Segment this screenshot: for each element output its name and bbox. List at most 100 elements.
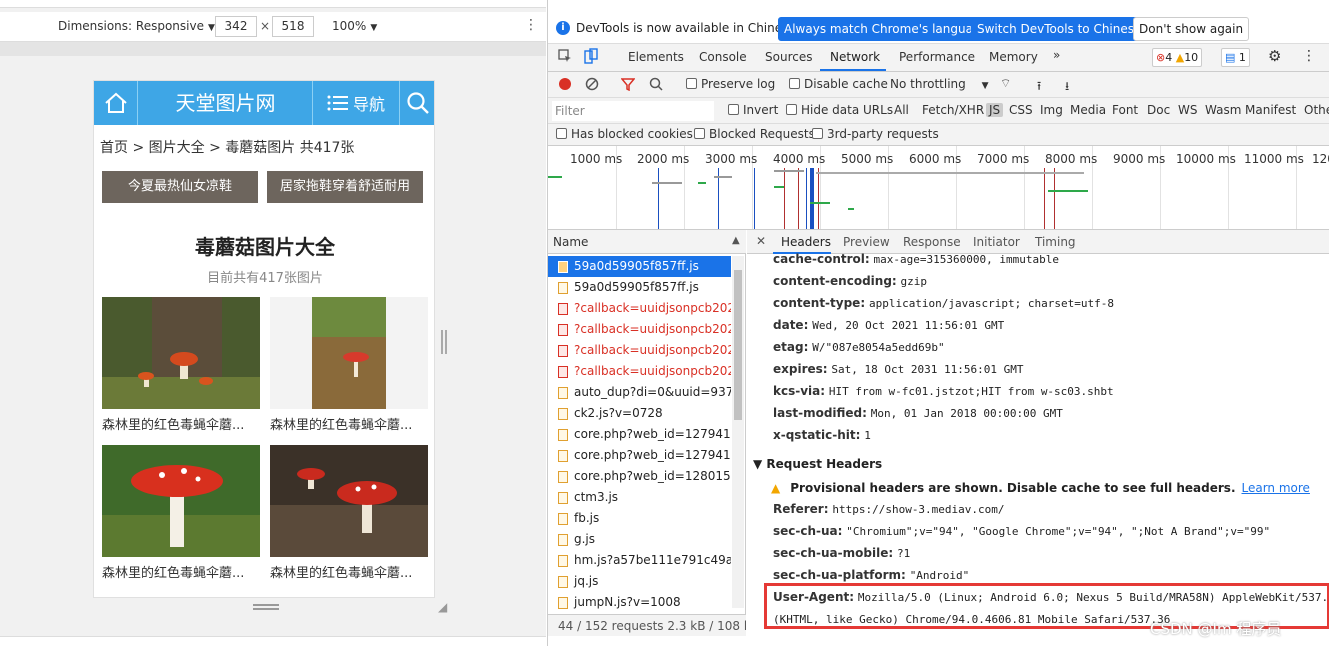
wifi-settings-icon[interactable]: ⌔ [1000,76,1011,91]
tab-sources[interactable]: Sources [765,50,812,64]
messages-badge[interactable]: ▤ 1 [1221,48,1250,67]
network-timeline[interactable]: 1000 ms 2000 ms 3000 ms 4000 ms 5000 ms … [548,146,1329,230]
request-list-header[interactable]: Name ▲ [548,230,746,254]
banner-ad[interactable]: 居家拖鞋穿着舒适耐用 [267,171,423,203]
record-icon[interactable] [558,77,572,94]
mushroom-image[interactable] [102,297,260,409]
export-icon[interactable]: ⭳ [1065,77,1069,98]
request-row[interactable]: hm.js?a57be111e791c49a8c1 [548,550,731,571]
image-card[interactable]: 森林里的红色毒蝇伞蘑... [270,445,428,581]
type-filter-js[interactable]: JS [986,103,1004,117]
dont-show-again-button[interactable]: Don't show again [1133,17,1250,41]
filter-icon[interactable] [620,77,636,94]
type-filter-xhr[interactable]: Fetch/XHR [922,103,984,117]
import-icon[interactable]: ⭱ [1037,77,1041,98]
tab-headers[interactable]: Headers [781,235,831,249]
disable-cache-checkbox[interactable]: Disable cache [789,77,888,91]
name-column-header[interactable]: Name [553,235,588,249]
more-tabs-icon[interactable]: » [1053,48,1060,62]
type-filter-all[interactable]: All [894,103,909,117]
search-icon[interactable] [649,77,663,94]
tab-memory[interactable]: Memory [989,50,1038,64]
image-card[interactable]: 森林里的红色毒蝇伞蘑... [102,445,260,581]
home-icon[interactable] [94,81,138,125]
request-list-scrollbar[interactable] [732,256,744,608]
resize-handle-bottom[interactable] [253,604,279,610]
mushroom-image[interactable] [102,445,260,557]
request-row[interactable]: core.php?web_id=127941811 [548,424,731,445]
search-icon[interactable] [400,81,434,125]
inspect-icon[interactable] [558,49,572,66]
device-toggle-icon[interactable] [584,48,598,67]
request-row[interactable]: core.php?web_id=127941811 [548,445,731,466]
request-row[interactable]: jumpN.js?v=1008 [548,592,731,613]
request-row[interactable]: ?callback=uuidjsonpcb2020& [548,361,731,382]
request-row[interactable]: 59a0d59905f857ff.js [548,277,731,298]
kebab-menu-icon[interactable]: ⋮ [1302,48,1316,64]
request-row[interactable]: jq.js [548,571,731,592]
type-filter-ws[interactable]: WS [1178,103,1197,117]
tab-timing[interactable]: Timing [1035,235,1076,249]
resize-handle-right[interactable] [441,330,447,354]
tab-elements[interactable]: Elements [628,50,684,64]
request-row[interactable]: 59a0d59905f857ff.js [548,256,731,277]
tab-preview[interactable]: Preview [843,235,890,249]
preserve-log-checkbox[interactable]: Preserve log [686,77,775,91]
tab-response[interactable]: Response [903,235,961,249]
zoom-dropdown[interactable]: 100% ▼ [332,19,377,33]
more-options-icon[interactable]: ⋮ [524,17,538,33]
tab-initiator[interactable]: Initiator [973,235,1020,249]
type-filter-manifest[interactable]: Manifest [1245,103,1296,117]
width-input[interactable]: 342 [215,16,257,37]
switch-language-button[interactable]: Switch DevTools to Chinese [971,17,1148,41]
request-row[interactable]: ?callback=uuidjsonpcb2020& [548,340,731,361]
dimensions-dropdown[interactable]: Dimensions: Responsive ▼ [58,19,215,33]
issues-badge[interactable]: ⊗4 ▲10 [1152,48,1203,67]
has-blocked-cookies-checkbox[interactable]: Has blocked cookies [556,127,693,141]
site-logo[interactable]: 天堂图片网 [139,81,312,125]
filter-input[interactable]: Filter [552,101,714,121]
request-row[interactable]: ctm3.js [548,487,731,508]
type-filter-other[interactable]: Othe [1304,103,1329,117]
mushroom-image[interactable] [270,445,428,557]
throttling-dropdown[interactable]: No throttling ▼ [890,77,989,91]
learn-more-link[interactable]: Learn more [1242,481,1310,495]
height-input[interactable]: 518 [272,16,314,37]
clear-icon[interactable] [585,77,599,94]
request-row[interactable]: ck2.js?v=0728 [548,403,731,424]
request-row[interactable]: fb.js [548,508,731,529]
blocked-requests-checkbox[interactable]: Blocked Requests [694,127,815,141]
type-filter-doc[interactable]: Doc [1147,103,1170,117]
gear-icon[interactable]: ⚙ [1268,47,1281,65]
type-filter-img[interactable]: Img [1040,103,1063,117]
type-filter-css[interactable]: CSS [1009,103,1033,117]
invert-checkbox[interactable]: Invert [728,103,778,117]
request-row[interactable]: g.js [548,529,731,550]
mushroom-image[interactable] [270,297,428,409]
image-caption[interactable]: 森林里的红色毒蝇伞蘑... [270,562,428,581]
tab-console[interactable]: Console [699,50,747,64]
request-headers-toggle[interactable]: ▼ Request Headers [753,457,882,471]
image-caption[interactable]: 森林里的红色毒蝇伞蘑... [270,414,428,433]
scrollbar-thumb[interactable] [734,270,742,420]
request-row[interactable]: ?callback=uuidjsonpcb2020& [548,319,731,340]
type-filter-font[interactable]: Font [1112,103,1138,117]
tab-network[interactable]: Network [830,50,880,64]
request-row[interactable]: auto_dup?di=0&uuid=937b4 [548,382,731,403]
nav-button[interactable]: 导航 [312,81,400,125]
banner-ad[interactable]: 今夏最热仙女凉鞋 [102,171,258,203]
close-icon[interactable]: ✕ [756,234,766,248]
match-language-button[interactable]: Always match Chrome's language [778,17,994,41]
resize-corner-icon[interactable]: ◢ [438,600,447,614]
third-party-checkbox[interactable]: 3rd-party requests [812,127,939,141]
hide-data-urls-checkbox[interactable]: Hide data URLs [786,103,893,117]
request-row[interactable]: core.php?web_id=128015900 [548,466,731,487]
image-caption[interactable]: 森林里的红色毒蝇伞蘑... [102,562,260,581]
type-filter-media[interactable]: Media [1070,103,1106,117]
image-caption[interactable]: 森林里的红色毒蝇伞蘑... [102,414,260,433]
image-card[interactable]: 森林里的红色毒蝇伞蘑... [270,297,428,433]
request-row[interactable]: ?callback=uuidjsonpcb2020& [548,298,731,319]
image-card[interactable]: 森林里的红色毒蝇伞蘑... [102,297,260,433]
type-filter-wasm[interactable]: Wasm [1205,103,1241,117]
tab-performance[interactable]: Performance [899,50,975,64]
